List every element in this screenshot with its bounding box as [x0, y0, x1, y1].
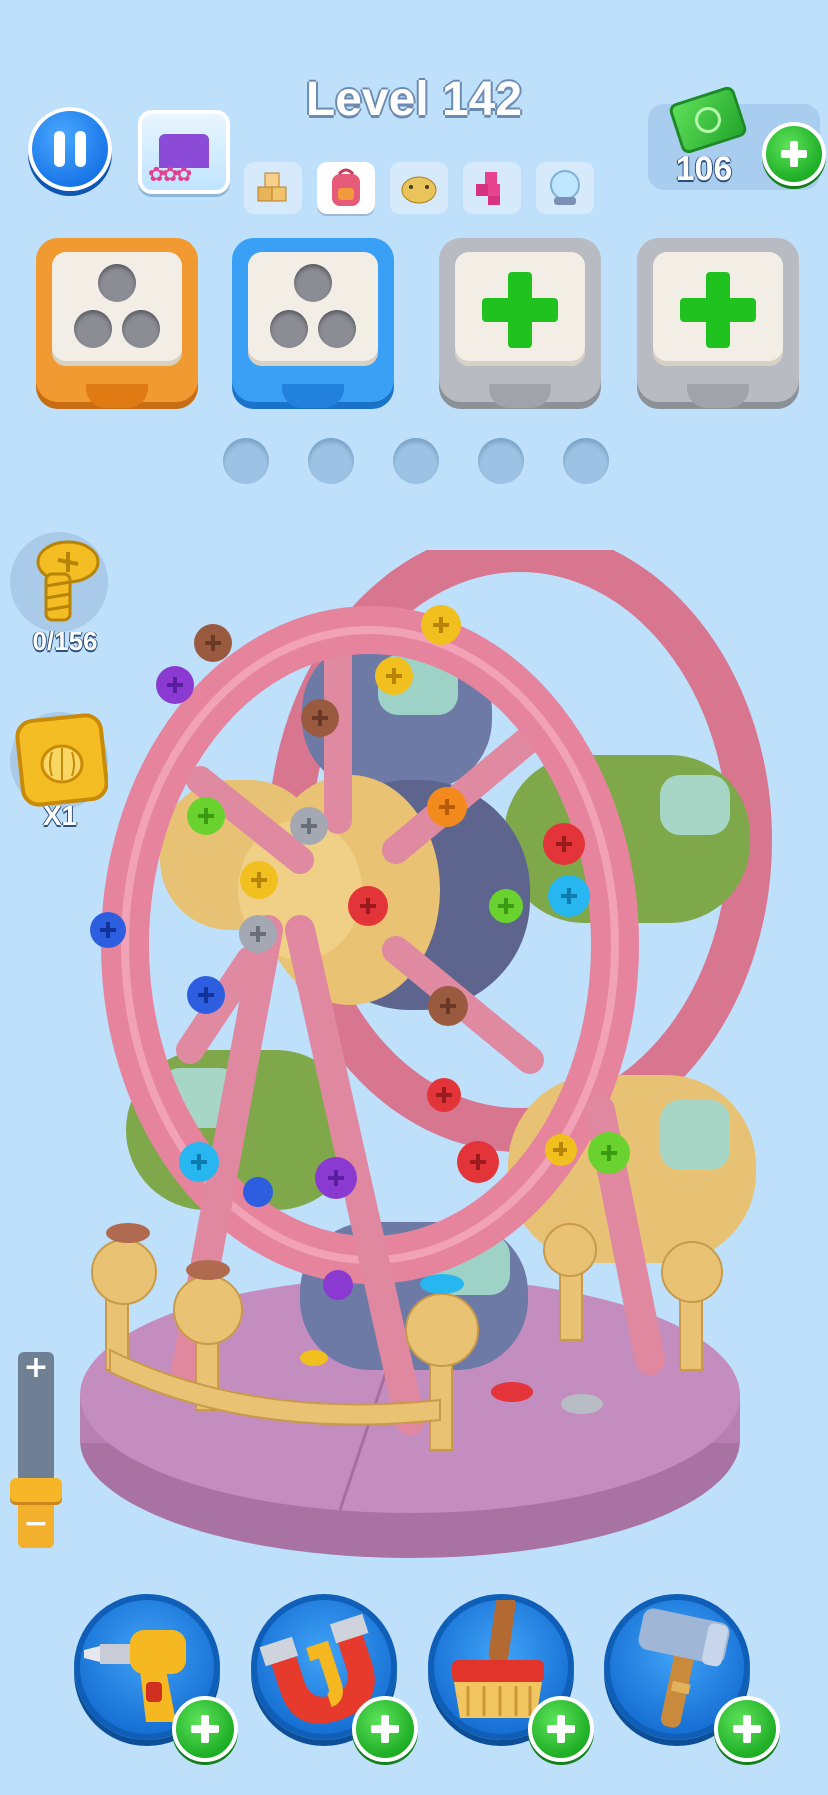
unlock-box-button[interactable] [439, 238, 601, 408]
plus-icon [189, 1713, 221, 1745]
screw[interactable] [427, 1078, 461, 1112]
add-magnet-button[interactable] [352, 1696, 418, 1762]
screw[interactable] [187, 797, 225, 835]
screw[interactable] [315, 1157, 357, 1199]
zoom-in-icon[interactable]: + [22, 1353, 50, 1383]
add-money-button[interactable] [762, 122, 826, 186]
plus-icon [545, 1713, 577, 1745]
screw[interactable] [90, 912, 126, 948]
holding-slot [478, 438, 524, 484]
screw[interactable] [156, 666, 194, 704]
box-hole [318, 310, 356, 348]
zoom-slider-handle[interactable] [10, 1478, 62, 1502]
plus-icon [779, 139, 809, 169]
add-drill-button[interactable] [172, 1696, 238, 1762]
objective-snowglobe-icon [536, 162, 594, 214]
plus-icon [369, 1713, 401, 1745]
screw[interactable] [323, 1270, 353, 1300]
plus-icon [731, 1713, 763, 1745]
flowers-icon: ✿✿✿ [148, 162, 192, 186]
holding-slot [223, 438, 269, 484]
objective-backpack-icon [317, 162, 375, 214]
screw[interactable] [300, 1350, 328, 1366]
box-hole [270, 310, 308, 348]
screw[interactable] [561, 1394, 603, 1414]
screw[interactable] [240, 861, 278, 899]
screw[interactable] [548, 875, 590, 917]
screw[interactable] [428, 986, 468, 1026]
ferris-wheel-puzzle[interactable] [60, 550, 780, 1560]
screw[interactable] [420, 1274, 464, 1294]
screw[interactable] [301, 699, 339, 737]
screw[interactable] [187, 976, 225, 1014]
objective-cubes-icon [244, 162, 302, 214]
screw-box-blue [232, 238, 394, 408]
pause-icon [54, 131, 65, 167]
holding-slot [393, 438, 439, 484]
box-hole [74, 310, 112, 348]
screw[interactable] [194, 624, 232, 662]
screw[interactable] [457, 1141, 499, 1183]
screw[interactable] [239, 915, 277, 953]
screw[interactable] [421, 605, 461, 645]
screw[interactable] [491, 1382, 533, 1402]
screw[interactable] [427, 787, 467, 827]
screw[interactable] [375, 657, 413, 695]
box-hole [98, 264, 136, 302]
box-hole [122, 310, 160, 348]
screw[interactable] [179, 1142, 219, 1182]
screw[interactable] [545, 1134, 577, 1166]
objective-row [244, 162, 594, 214]
screw[interactable] [290, 807, 328, 845]
add-hammer-button[interactable] [714, 1696, 780, 1762]
money-value: 106 [675, 150, 733, 188]
objective-pink-blocks-icon [463, 162, 521, 214]
plus-icon [680, 272, 756, 348]
screw-box-orange [36, 238, 198, 408]
plus-icon [482, 272, 558, 348]
zoom-out-icon[interactable]: − [22, 1509, 50, 1539]
holding-slot [563, 438, 609, 484]
screw[interactable] [489, 889, 523, 923]
screw[interactable] [348, 886, 388, 926]
add-brush-button[interactable] [528, 1696, 594, 1762]
screw[interactable] [186, 1260, 230, 1280]
holding-slot [308, 438, 354, 484]
screw[interactable] [243, 1177, 273, 1207]
box-hole [294, 264, 332, 302]
holding-slots [223, 438, 609, 484]
unlock-box-button[interactable] [637, 238, 799, 408]
objective-piggy-icon [390, 162, 448, 214]
screw[interactable] [106, 1223, 150, 1243]
screw[interactable] [543, 823, 585, 865]
screw[interactable] [588, 1132, 630, 1174]
